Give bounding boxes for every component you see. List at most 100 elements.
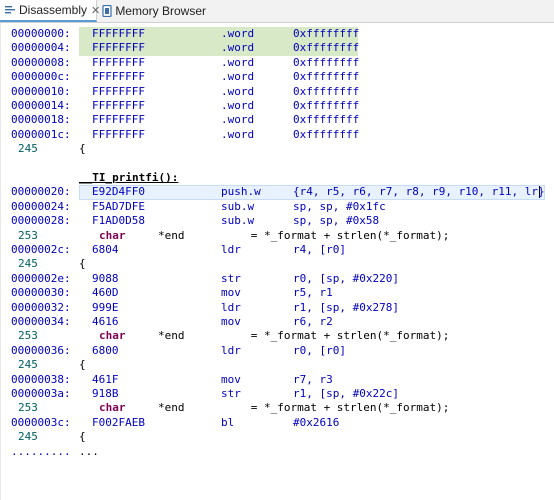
source-line-row[interactable]: 245 { (1, 257, 554, 271)
operands: {r4, r5, r6, r7, r8, r9, r10, r11, lr} (293, 185, 545, 199)
disassembly-row[interactable]: 00000030: 460D mov r5, r1 (1, 286, 554, 300)
address: 00000038: (11, 372, 71, 386)
source-line-row[interactable]: 245 { (1, 142, 554, 156)
operands: r6, r2 (293, 315, 333, 328)
opcode: FFFFFFFF (92, 70, 145, 84)
editor-tab-bar: Disassembly ✕ Memory Browser (0, 0, 554, 23)
opcode: 6804 (92, 243, 119, 256)
address: 00000024: (11, 199, 71, 213)
opcode: 999E (92, 300, 119, 314)
tab-disassembly-label: Disassembly (19, 3, 88, 17)
disassembly-row[interactable]: 00000032: 999E ldr r1, [sp, #0x278] (1, 301, 554, 315)
tab-memory-browser-label: Memory Browser (115, 4, 206, 18)
source-line-number: 253 (18, 401, 38, 415)
source-keyword: char (99, 329, 126, 343)
disassembly-row[interactable]: 00000000: FFFFFFFF .word 0xffffffff (1, 27, 554, 42)
disassembly-view[interactable]: 00000000: FFFFFFFF .word 0xffffffff 00000004… (0, 23, 554, 500)
mnemonic: .word (221, 113, 255, 127)
mnemonic: .word (221, 70, 255, 84)
disassembly-row[interactable]: 00000004: FFFFFFFF .word 0xffffffff (1, 41, 554, 56)
opcode: 6800 (92, 343, 119, 357)
mnemonic: .word (221, 127, 255, 141)
operands: 0xffffffff (293, 55, 360, 69)
address: 00000036: (11, 343, 71, 357)
operands: 0xffffffff (293, 127, 360, 141)
opcode: FFFFFFFF (92, 99, 145, 112)
source-line-row[interactable]: 253 char *end = *_format + strlen(*_format… (1, 401, 554, 415)
mnemonic: sub.w (221, 199, 255, 213)
source-line-row[interactable]: 245 { (1, 358, 554, 372)
disassembly-row[interactable]: 00000036: 6800 ldr r0, [r0] (1, 344, 554, 358)
disassembly-row[interactable]: 00000008: FFFFFFFF .word 0xffffffff (1, 56, 554, 70)
address: 00000010: (11, 84, 71, 98)
source-text: { (79, 142, 86, 156)
address: 00000020: (11, 185, 71, 199)
source-line-number: 245 (18, 142, 38, 156)
function-label: __TI_printfi(): (79, 171, 179, 184)
disassembly-row[interactable]: 00000018: FFFFFFFF .word 0xffffffff (1, 113, 554, 127)
more-text: ... (79, 444, 99, 458)
mnemonic: .word (221, 84, 255, 98)
operands: 0xffffffff (293, 41, 360, 55)
mnemonic: ldr (221, 300, 241, 314)
address: 00000032: (11, 300, 71, 314)
opcode: FFFFFFFF (92, 113, 145, 127)
disassembly-row[interactable]: 00000024: F5AD7DFE sub.w sp, sp, #0x1fc (1, 200, 554, 214)
address: 00000030: (11, 286, 71, 300)
operands: 0xffffffff (293, 27, 360, 40)
opcode: FFFFFFFF (92, 55, 145, 69)
mnemonic: mov (221, 315, 241, 328)
source-line-row[interactable]: 253 char *end = *_format + strlen(*_format… (1, 329, 554, 343)
disassembly-row[interactable]: 00000038: 461F mov r7, r3 (1, 373, 554, 387)
disassembly-row[interactable]: 00000028: F1AD0D58 sub.w sp, sp, #0x58 (1, 214, 554, 228)
disassembly-row[interactable]: 00000010: FFFFFFFF .word 0xffffffff (1, 85, 554, 99)
address: 00000000: (11, 27, 71, 40)
disassembly-row[interactable]: 00000020: E92D4FF0 push.w {r4, r5, r6, r7, … (1, 185, 554, 200)
disassembly-row[interactable]: 0000003a: 918B str r1, [sp, #0x22c] (1, 387, 554, 401)
address: 00000028: (11, 214, 71, 228)
disassembly-row[interactable]: 00000014: FFFFFFFF .word 0xffffffff (1, 99, 554, 113)
operands: r1, [sp, #0x22c] (293, 387, 399, 400)
address: 0000002e: (11, 271, 71, 285)
mnemonic: mov (221, 372, 241, 386)
source-text: { (79, 430, 86, 444)
more-row[interactable]: ............ (1, 445, 554, 459)
opcode: 461F (92, 372, 119, 386)
source-keyword: char (99, 228, 126, 242)
mnemonic: .word (221, 55, 255, 69)
disassembly-icon (4, 3, 16, 17)
source-line-row[interactable]: 245 { (1, 430, 554, 444)
blank-row (1, 157, 554, 171)
operands: r0, [sp, #0x220] (293, 271, 399, 285)
operands: sp, sp, #0x58 (293, 214, 380, 228)
mnemonic: bl (221, 415, 235, 429)
mnemonic: .word (221, 99, 255, 112)
source-text: { (79, 257, 86, 271)
source-line-row[interactable]: 253 char *end = *_format + strlen(*_format… (1, 229, 554, 243)
tab-disassembly[interactable]: Disassembly ✕ (0, 0, 100, 22)
tab-memory-browser[interactable]: Memory Browser (98, 0, 206, 22)
operands: 0xffffffff (293, 70, 360, 84)
operands: #0x2616 (293, 415, 340, 429)
opcode: FFFFFFFF (92, 41, 145, 55)
source-line-number: 245 (18, 358, 38, 372)
disassembly-row[interactable]: 0000002e: 9088 str r0, [sp, #0x220] (1, 272, 554, 286)
function-label-row[interactable]: __TI_printfi(): (1, 171, 554, 185)
address: ......... (11, 444, 71, 458)
disassembly-row[interactable]: 0000001c: FFFFFFFF .word 0xffffffff (1, 128, 554, 142)
disassembly-row[interactable]: 0000002c: 6804 ldr r4, [r0] (1, 243, 554, 257)
operands: 0xffffffff (293, 113, 360, 127)
disassembly-row[interactable]: 00000034: 4616 mov r6, r2 (1, 315, 554, 329)
address: 00000008: (11, 55, 71, 69)
operands: r5, r1 (293, 286, 333, 300)
operands: r1, [sp, #0x278] (293, 300, 399, 314)
disassembly-row[interactable]: 0000003c: F002FAEB bl #0x2616 (1, 416, 554, 430)
address: 0000001c: (11, 127, 71, 141)
operands: 0xffffffff (293, 99, 360, 112)
opcode: F002FAEB (92, 415, 145, 429)
opcode: E92D4FF0 (92, 185, 145, 199)
source-line-number: 253 (18, 228, 38, 242)
disassembly-row[interactable]: 0000000c: FFFFFFFF .word 0xffffffff (1, 70, 554, 84)
source-keyword: char (99, 401, 126, 415)
operands: r4, [r0] (293, 243, 346, 256)
